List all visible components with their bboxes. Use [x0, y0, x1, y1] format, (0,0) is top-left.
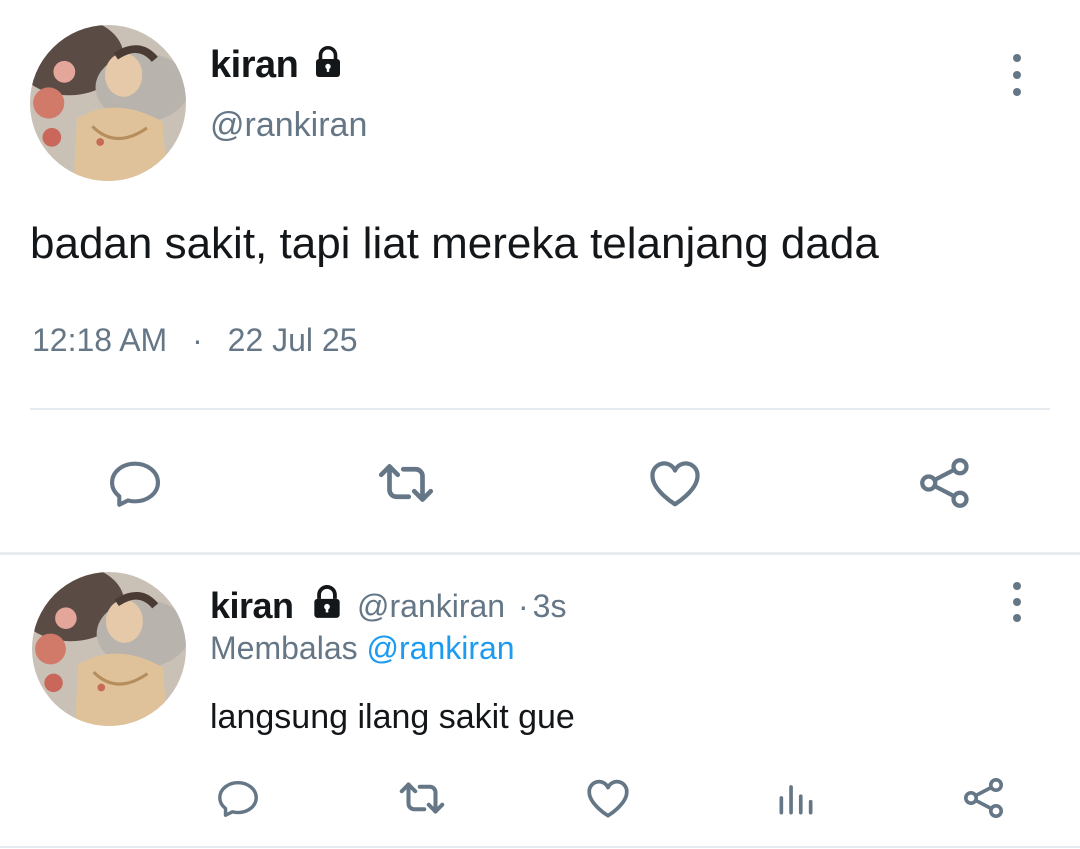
reply-display-name[interactable]: kiran [210, 585, 294, 627]
meta-separator: · [192, 322, 203, 358]
tweet-timestamp: 12:18 AM · 22 Jul 25 [32, 322, 358, 359]
divider [30, 408, 1050, 410]
replying-to-link[interactable]: @rankiran [367, 630, 515, 666]
avatar-illustration-icon [32, 572, 186, 726]
heart-icon [650, 461, 700, 507]
bottom-divider [0, 846, 1080, 848]
avatar-illustration-icon [30, 25, 186, 181]
reply-age: 3s [532, 588, 567, 624]
share-icon [964, 778, 1003, 818]
reply-share-button[interactable] [956, 770, 1012, 826]
tweet-date: 22 Jul 25 [227, 322, 358, 358]
reply-text: langsung ilang sakit gue [210, 698, 575, 736]
share-button[interactable] [910, 448, 980, 518]
retweet-icon [378, 464, 434, 502]
meta-separator: · [517, 588, 529, 624]
share-icon [920, 458, 969, 508]
display-name[interactable]: kiran [210, 44, 299, 87]
lock-icon [308, 583, 346, 626]
reply-meta: @rankiran · 3s [357, 588, 566, 625]
retweet-icon [399, 782, 445, 814]
like-button[interactable] [640, 448, 710, 518]
section-divider [0, 552, 1080, 555]
analytics-button[interactable] [768, 770, 824, 826]
replying-label: Membalas [210, 630, 358, 666]
heart-icon [587, 779, 629, 818]
tweet-text: badan sakit, tapi liat mereka telanjang … [30, 219, 879, 268]
user-handle[interactable]: @rankiran [210, 106, 367, 145]
lock-icon [310, 44, 346, 85]
reply-button[interactable] [100, 448, 170, 518]
tweet-time: 12:18 AM [32, 322, 168, 358]
reply-reply-button[interactable] [210, 770, 266, 826]
retweet-button[interactable] [368, 448, 444, 518]
avatar[interactable] [30, 25, 186, 181]
reply-retweet-button[interactable] [392, 770, 452, 826]
analytics-icon [779, 785, 813, 815]
more-options-icon[interactable] [1005, 54, 1029, 96]
reply-icon [109, 461, 161, 507]
reply-avatar[interactable] [32, 572, 186, 726]
replying-to: Membalas @rankiran [210, 630, 515, 667]
reply-more-options-icon[interactable] [1005, 582, 1029, 622]
reply-icon [218, 780, 258, 817]
reply-handle[interactable]: @rankiran [357, 588, 505, 624]
reply-like-button[interactable] [580, 770, 636, 826]
